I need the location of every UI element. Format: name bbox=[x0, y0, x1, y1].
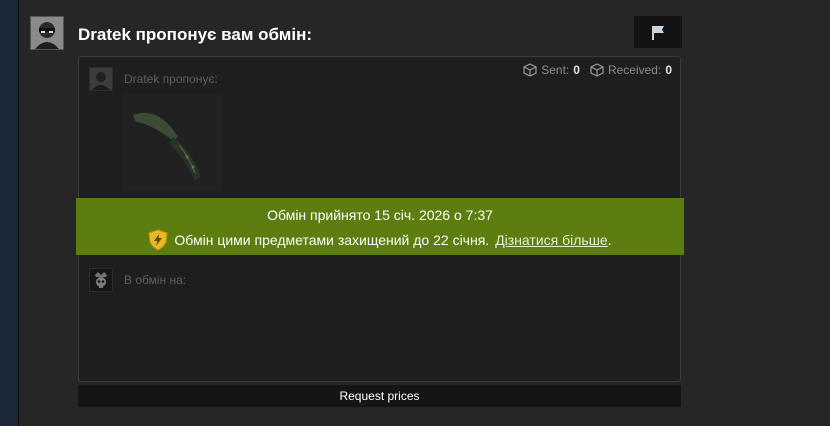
learn-more-wrapper: Дізнатися більше. bbox=[495, 232, 611, 248]
box-icon bbox=[523, 63, 537, 77]
accepted-status-text: Обмін прийнято 15 січ. 2026 о 7:37 bbox=[267, 207, 493, 223]
partner-small-avatar-image bbox=[90, 68, 112, 90]
left-sidebar-strip bbox=[0, 0, 19, 426]
box-icon bbox=[590, 63, 604, 77]
partner-avatar[interactable] bbox=[30, 16, 64, 50]
shield-bolt-icon bbox=[148, 229, 168, 251]
learn-more-link[interactable]: Дізнатися більше bbox=[495, 232, 608, 248]
report-button[interactable] bbox=[634, 16, 682, 48]
partner-avatar-image bbox=[31, 17, 63, 49]
protection-line: Обмін цими предметами захищений до 22 сі… bbox=[76, 229, 684, 251]
sent-label: Sent: bbox=[541, 63, 570, 77]
protection-text: Обмін цими предметами захищений до 22 сі… bbox=[174, 232, 490, 248]
item-counts: Sent: 0 Received: 0 bbox=[523, 63, 672, 77]
offer-section-label: Dratek пропонує: bbox=[124, 72, 218, 86]
sent-value: 0 bbox=[573, 63, 580, 77]
offered-item[interactable] bbox=[123, 93, 223, 191]
partner-small-avatar bbox=[89, 67, 113, 91]
period: . bbox=[607, 232, 612, 248]
skull-avatar-icon bbox=[90, 269, 112, 291]
return-section-label: В обмін на: bbox=[124, 273, 187, 287]
received-label: Received: bbox=[607, 63, 662, 77]
sent-count: Sent: 0 bbox=[523, 63, 580, 77]
received-value: 0 bbox=[665, 63, 672, 77]
knife-icon bbox=[133, 112, 201, 181]
my-small-avatar bbox=[89, 268, 113, 292]
trade-accepted-banner: Обмін прийнято 15 січ. 2026 о 7:37 Обмін… bbox=[76, 198, 684, 255]
page-title: Dratek пропонує вам обмін: bbox=[78, 25, 313, 44]
flag-icon bbox=[652, 25, 664, 40]
request-prices-button[interactable]: Request prices bbox=[78, 385, 681, 407]
received-count: Received: 0 bbox=[590, 63, 672, 77]
